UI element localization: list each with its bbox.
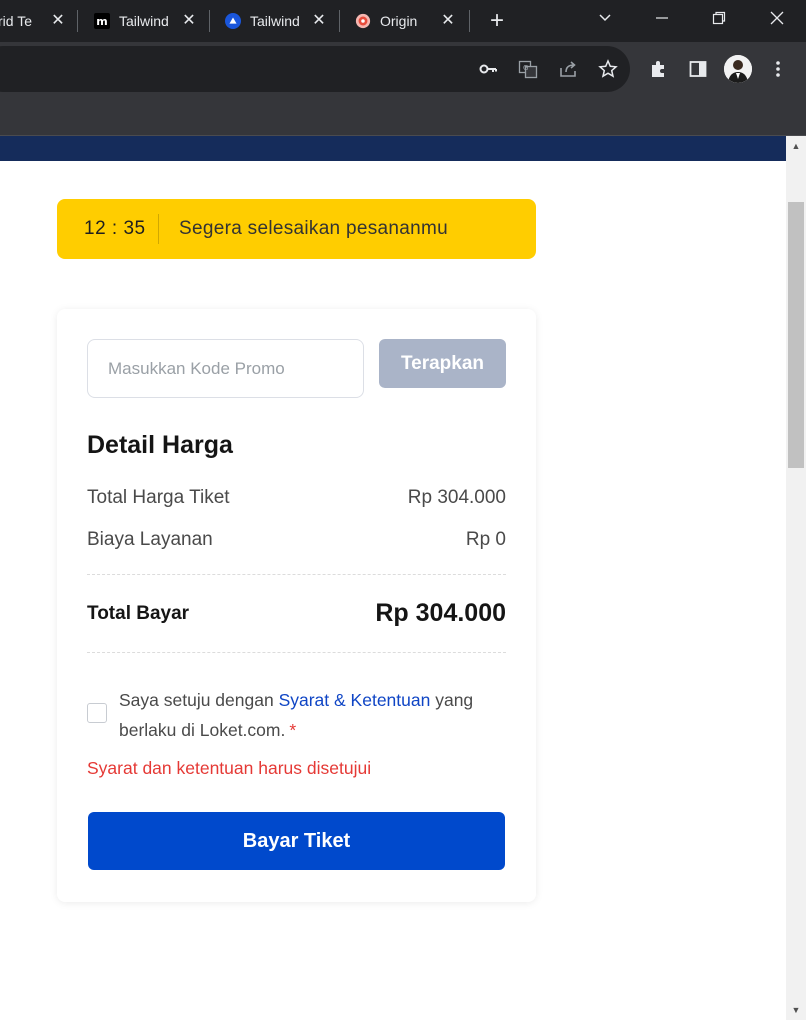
scrollbar-thumb[interactable] <box>788 202 804 468</box>
new-tab-icon[interactable]: + <box>486 9 508 33</box>
browser-tab[interactable]: Origin ✕ <box>355 0 467 42</box>
tab-title: Origin <box>380 13 418 29</box>
price-detail-title: Detail Harga <box>87 431 233 459</box>
site-navbar-edge <box>0 136 786 161</box>
m-logo-icon: m <box>94 13 110 29</box>
minimize-icon[interactable] <box>650 9 674 33</box>
tab-title: rid Te <box>0 13 32 29</box>
terms-link[interactable]: Syarat & Ketentuan <box>279 690 431 710</box>
tab-close-icon[interactable]: ✕ <box>181 13 197 29</box>
browser-tab[interactable]: rid Te ✕ <box>0 0 78 42</box>
price-row-label: Biaya Layanan <box>87 529 213 550</box>
browser-toolbar: G <box>0 42 806 96</box>
browser-tab-strip: rid Te ✕ m Tailwind ✕ Tailwind ✕ Origin … <box>0 0 806 42</box>
bookmarks-bar <box>0 96 806 136</box>
promo-code-input[interactable] <box>87 339 364 398</box>
terms-text: Saya setuju dengan Syarat & Ketentuan ya… <box>119 685 509 745</box>
menu-icon[interactable] <box>766 57 790 81</box>
required-marker: * <box>289 720 297 740</box>
browser-tab[interactable]: Tailwind ✕ <box>225 0 337 42</box>
apply-promo-button[interactable]: Terapkan <box>379 339 506 388</box>
tab-title: Tailwind <box>119 13 169 29</box>
restore-icon[interactable] <box>707 9 731 33</box>
svg-text:G: G <box>523 64 528 72</box>
tab-close-icon[interactable]: ✕ <box>311 13 327 29</box>
countdown-time: 12 : 35 <box>84 218 146 239</box>
total-label: Total Bayar <box>87 602 190 624</box>
price-row-value: Rp 304.000 <box>407 487 506 508</box>
svg-text:m: m <box>96 15 107 28</box>
window-close-icon[interactable] <box>765 9 789 33</box>
key-icon[interactable] <box>476 57 500 81</box>
divider <box>87 574 506 575</box>
star-icon[interactable] <box>596 57 620 81</box>
price-row: Biaya Layanan Rp 0 <box>87 529 506 551</box>
sidepanel-icon[interactable] <box>686 57 710 81</box>
divider <box>87 652 506 653</box>
countdown-banner: 12 : 35 Segera selesaikan pesananmu <box>57 199 536 259</box>
terms-checkbox[interactable] <box>87 703 107 723</box>
extensions-icon[interactable] <box>646 57 670 81</box>
sticker-icon <box>355 13 371 29</box>
checkout-card: Terapkan Detail Harga Total Harga Tiket … <box>57 309 536 902</box>
scroll-down-icon[interactable]: ▼ <box>786 1000 806 1020</box>
tab-close-icon[interactable]: ✕ <box>440 13 456 29</box>
tab-title: Tailwind <box>250 13 300 29</box>
tab-search-icon[interactable] <box>593 9 617 33</box>
price-row: Total Harga Tiket Rp 304.000 <box>87 487 506 509</box>
terms-error-message: Syarat dan ketentuan harus disetujui <box>87 758 372 778</box>
price-row-value: Rp 0 <box>465 529 506 550</box>
countdown-message: Segera selesaikan pesananmu <box>179 218 448 239</box>
page-viewport: 12 : 35 Segera selesaikan pesananmu Tera… <box>0 136 786 1020</box>
pay-ticket-button[interactable]: Bayar Tiket <box>88 812 505 870</box>
translate-icon[interactable]: G <box>516 57 540 81</box>
page-scrollbar[interactable]: ▲ ▼ <box>786 136 806 1020</box>
scroll-up-icon[interactable]: ▲ <box>786 136 806 156</box>
terms-prefix: Saya setuju dengan <box>119 690 279 710</box>
total-row: Total Bayar Rp 304.000 <box>87 599 506 628</box>
profile-avatar[interactable] <box>724 55 752 83</box>
price-row-label: Total Harga Tiket <box>87 487 230 508</box>
blue-circle-logo-icon <box>225 13 241 29</box>
total-value: Rp 304.000 <box>375 599 506 627</box>
browser-tab[interactable]: m Tailwind ✕ <box>94 0 208 42</box>
tab-close-icon[interactable]: ✕ <box>50 13 66 29</box>
share-icon[interactable] <box>556 57 580 81</box>
